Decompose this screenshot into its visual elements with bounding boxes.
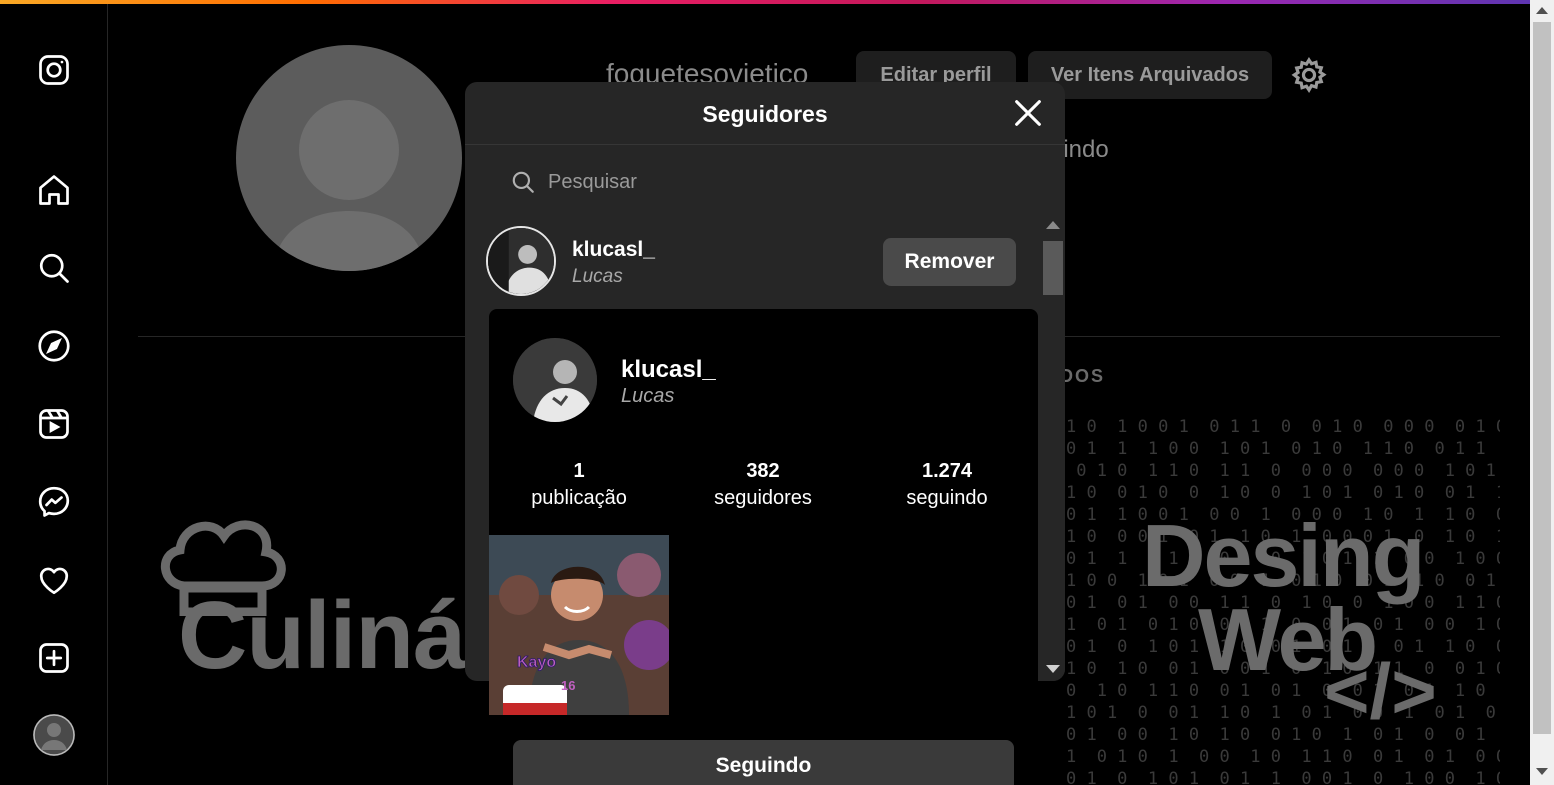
page-scrollbar[interactable] (1530, 0, 1554, 785)
page-scroll-down-arrow-icon[interactable] (1536, 768, 1548, 775)
stat-posts: 1 publicação (489, 459, 669, 513)
create-plus-icon[interactable] (34, 638, 74, 678)
stat-posts-label: publicação (531, 487, 627, 509)
stat-following: 1.274 seguindo (857, 459, 1037, 513)
hover-card-username[interactable]: klucasl_ (621, 356, 716, 384)
follower-username[interactable]: klucasl_ (572, 238, 655, 262)
stat-followers: 382 seguidores (673, 459, 853, 513)
profile-avatar-icon[interactable] (33, 714, 75, 756)
home-icon[interactable] (34, 170, 74, 210)
stat-posts-value: 1 (573, 460, 585, 482)
search-icon (512, 171, 534, 193)
scroll-down-arrow-icon[interactable] (1046, 665, 1060, 673)
modal-title: Seguidores (702, 101, 828, 127)
hover-card-post-thumbnail[interactable]: Kayo 16 (489, 535, 669, 715)
gradient-top-bar (0, 0, 1530, 4)
follower-row[interactable]: klucasl_ Lucas Remover (486, 226, 1016, 300)
remove-follower-button[interactable]: Remover (883, 238, 1016, 286)
reels-icon[interactable] (34, 404, 74, 444)
profile-picture (236, 45, 462, 271)
stat-following-label: seguindo (906, 487, 988, 509)
stat-followers-label: seguidores (714, 487, 812, 509)
scroll-thumb[interactable] (1043, 241, 1063, 295)
following-button[interactable]: Seguindo (513, 740, 1014, 785)
follower-avatar[interactable] (486, 226, 556, 296)
tab-saved[interactable]: DOS (1060, 366, 1105, 387)
left-sidebar (0, 4, 108, 785)
post-culinaria-text: Culinár (178, 582, 468, 689)
post-caption-text: Kayo (517, 654, 556, 671)
post-number-text: 16 (561, 678, 575, 693)
code-tag-icon: </> (1324, 647, 1437, 735)
page-scroll-up-arrow-icon[interactable] (1536, 7, 1548, 14)
stat-following-value: 1.274 (921, 460, 973, 482)
heart-icon[interactable] (34, 560, 74, 600)
close-icon[interactable] (1011, 96, 1045, 130)
explore-compass-icon[interactable] (34, 326, 74, 366)
page-scroll-thumb[interactable] (1533, 22, 1551, 734)
stat-followers-value: 382 (746, 460, 780, 482)
search-input[interactable] (546, 169, 990, 195)
gear-icon[interactable] (1290, 56, 1328, 94)
modal-scrollbar[interactable] (1041, 217, 1065, 681)
follower-fullname: Lucas (572, 266, 623, 287)
profile-hover-card: klucasl_ Lucas 1 publicação 382 seguidor… (489, 309, 1038, 785)
post-culinaria[interactable]: Culinár (138, 406, 468, 785)
instagram-logo-icon[interactable] (34, 50, 74, 90)
post-desing-web[interactable]: 1 0 1 0 0 1 0 1 1 0 0 1 0 0 0 0 0 1 0 0 … (1066, 406, 1500, 785)
hover-card-avatar[interactable] (513, 338, 597, 422)
modal-header: Seguidores (465, 82, 1065, 145)
search-bar (510, 164, 1010, 200)
search-icon[interactable] (34, 248, 74, 288)
scroll-up-arrow-icon[interactable] (1046, 221, 1060, 229)
hover-card-fullname: Lucas (621, 385, 675, 407)
messenger-icon[interactable] (34, 482, 74, 522)
